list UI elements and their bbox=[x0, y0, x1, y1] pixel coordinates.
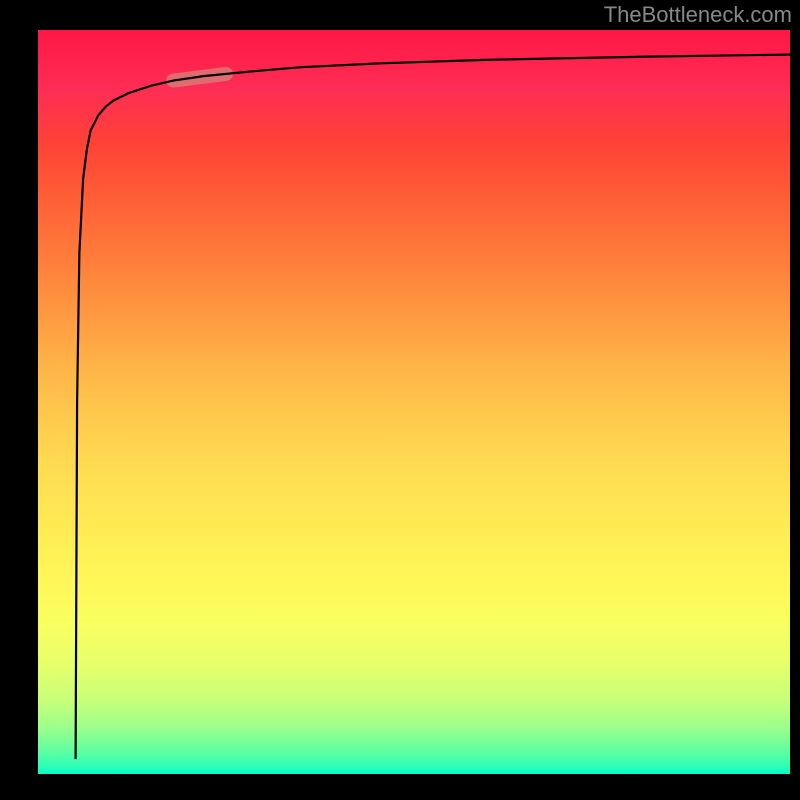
bottleneck-curve bbox=[76, 55, 790, 760]
watermark-text: TheBottleneck.com bbox=[604, 2, 792, 28]
chart-plot-area bbox=[38, 30, 790, 774]
chart-svg bbox=[38, 30, 790, 774]
